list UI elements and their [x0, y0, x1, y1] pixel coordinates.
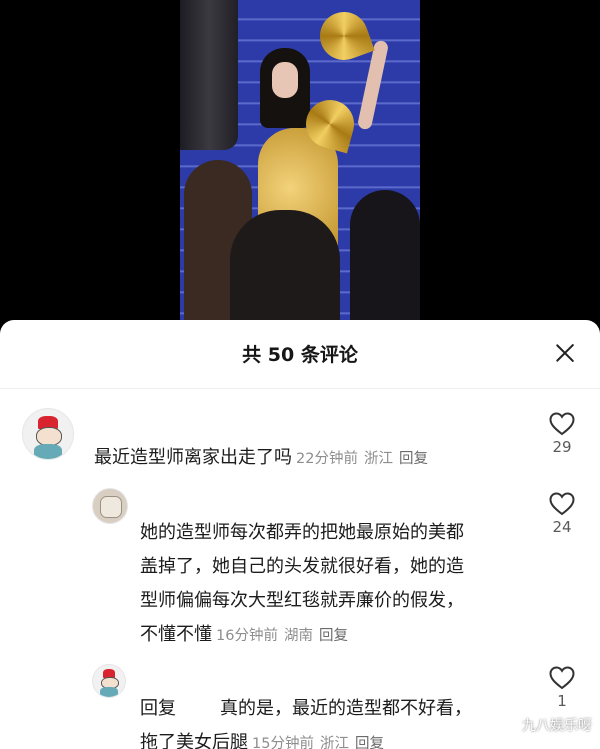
- reply-button[interactable]: 回复: [319, 628, 348, 644]
- avatar[interactable]: [92, 488, 128, 524]
- reply-text-block: 回复 真的是，最近的造型都不好看， 拖了美女后腿 15分钟前 浙江 回复: [140, 692, 472, 749]
- heart-icon: [549, 666, 575, 690]
- reply-item: 她的造型师每次都弄的把她最原始的美都 盖掉了，她自己的头发就很好看，她的造 型师…: [0, 480, 600, 660]
- reply-button[interactable]: 回复: [355, 736, 384, 749]
- like-count: 24: [552, 518, 572, 536]
- like-count: 29: [552, 438, 572, 456]
- comment-item: 最近造型师离家出走了吗 22分钟前 浙江 回复 29: [0, 320, 600, 480]
- coat-shape: [180, 0, 238, 150]
- video-preview[interactable]: [0, 0, 600, 340]
- reply-prefix: 回复: [140, 698, 176, 719]
- reply-button[interactable]: 回复: [399, 451, 428, 467]
- comment-time: 15分钟前: [252, 736, 314, 749]
- face-shape: [272, 62, 298, 98]
- comment-text: 最近造型师离家出走了吗: [94, 447, 292, 468]
- like-button[interactable]: 24: [542, 492, 582, 536]
- audience-silhouette: [230, 210, 340, 330]
- comment-meta: 22分钟前 浙江 回复: [292, 451, 428, 467]
- avatar-shape: [99, 495, 123, 519]
- like-button[interactable]: 1: [542, 666, 582, 710]
- video-frame-image: [180, 0, 420, 330]
- heart-icon: [549, 492, 575, 516]
- reply-text-block: 她的造型师每次都弄的把她最原始的美都 盖掉了，她自己的头发就很好看，她的造 型师…: [140, 516, 464, 653]
- comment-location: 湖南: [283, 628, 313, 644]
- comments-sheet: 共 50 条评论 最近造型师离家出走了吗 22分钟前 浙江 回复 29 她的造型师每次…: [0, 320, 600, 749]
- comment-location: 浙江: [363, 451, 393, 467]
- reply-text-line: 盖掉了，她自己的头发就很好看，她的造: [140, 556, 464, 577]
- avatar-body-shape: [34, 444, 62, 459]
- avatar[interactable]: [22, 408, 74, 460]
- comment-time: 16分钟前: [216, 628, 278, 644]
- reply-text-last-row: 拖了美女后腿 15分钟前 浙江 回复: [140, 726, 472, 749]
- comment-meta: 16分钟前 湖南 回复: [212, 628, 348, 644]
- watermark-text: 九八娱乐呀: [522, 718, 592, 734]
- comment-location: 浙江: [319, 736, 349, 749]
- reply-text-last-row: 不懂不懂 16分钟前 湖南 回复: [140, 618, 464, 653]
- reply-text-line: 不懂不懂: [140, 624, 212, 645]
- heart-icon: [549, 412, 575, 436]
- avatar[interactable]: [92, 664, 126, 698]
- reply-text-line: 拖了美女后腿: [140, 732, 248, 749]
- avatar-body-shape: [100, 687, 118, 697]
- reply-first-row: 回复 真的是，最近的造型都不好看，: [140, 692, 472, 726]
- audience-silhouette: [350, 190, 420, 330]
- comment-time: 22分钟前: [296, 451, 358, 467]
- like-count: 1: [557, 692, 567, 710]
- comment-text-row: 最近造型师离家出走了吗 22分钟前 浙江 回复: [94, 441, 428, 476]
- comment-meta: 15分钟前 浙江 回复: [248, 736, 384, 749]
- reply-text-line: 她的造型师每次都弄的把她最原始的美都: [140, 522, 464, 543]
- reply-text-line: 真的是，最近的造型都不好看，: [220, 698, 472, 719]
- like-button[interactable]: 29: [542, 412, 582, 456]
- gold-fan-icon: [313, 5, 375, 67]
- reply-text-line: 型师偏偏每次大型红毯就弄廉价的假发，: [140, 590, 464, 611]
- reply-item: 回复 真的是，最近的造型都不好看， 拖了美女后腿 15分钟前 浙江 回复 1: [0, 660, 600, 749]
